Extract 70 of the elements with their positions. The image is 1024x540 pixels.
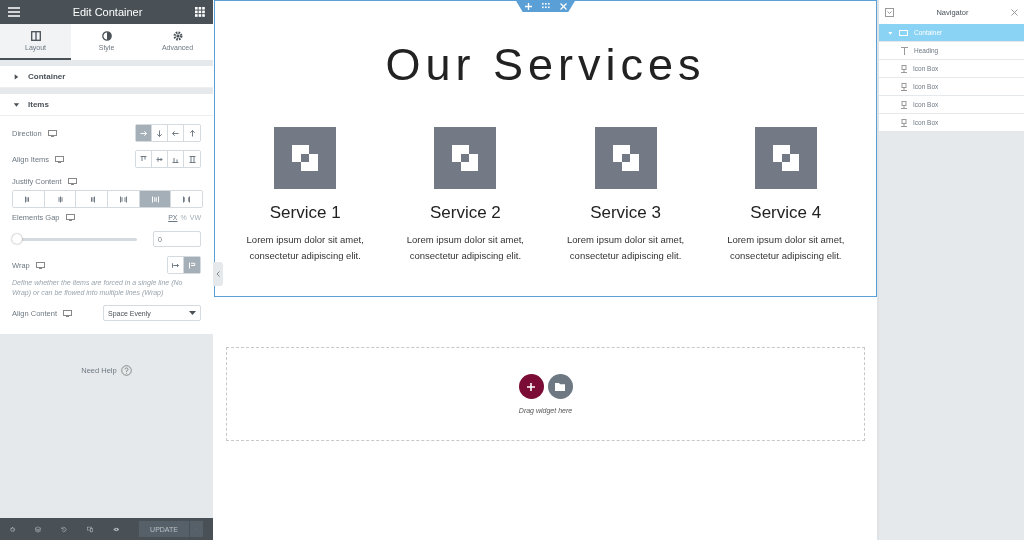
align-option[interactable]: [136, 151, 152, 167]
icon-box-icon: [901, 100, 907, 109]
icon-box-icon: [901, 82, 907, 91]
icon-box-icon: [901, 64, 907, 73]
question-icon: [120, 365, 132, 376]
columns-icon: [30, 31, 41, 41]
container-icon: [899, 29, 908, 36]
justify-option[interactable]: [13, 191, 45, 207]
heading-icon: [901, 46, 908, 55]
responsive-icon[interactable]: [86, 524, 93, 534]
slider-thumb[interactable]: [12, 233, 22, 244]
section-toggle[interactable]: Container: [0, 66, 213, 88]
grid-icon[interactable]: [195, 7, 205, 17]
layers-icon[interactable]: [35, 524, 42, 534]
arrow-icon: [171, 128, 180, 138]
drag-handle-icon[interactable]: [541, 3, 550, 9]
eye-icon[interactable]: [112, 525, 119, 533]
wrap-option[interactable]: [168, 257, 184, 273]
squares-icon: [594, 127, 657, 189]
desktop-icon: [67, 177, 77, 185]
plus-icon: [527, 382, 535, 391]
wrap-icon: [187, 260, 197, 270]
justify-option[interactable]: [139, 191, 172, 207]
service-text: Lorem ipsum dolor sit amet, consectetur adipiscing elit.: [405, 233, 525, 263]
squares-icon: [434, 127, 497, 189]
desktop-icon: [35, 261, 45, 269]
arrow-icon: [139, 128, 148, 138]
page-heading: Our Services: [385, 39, 706, 91]
close-icon[interactable]: [1011, 8, 1018, 16]
service-text: Lorem ipsum dolor sit amet, consectetur adipiscing elit.: [726, 233, 846, 263]
service-text: Lorem ipsum dolor sit amet, consectetur adipiscing elit.: [565, 233, 686, 263]
desktop-icon: [63, 309, 73, 317]
direction-option[interactable]: [136, 125, 152, 141]
panel-title: Edit Container: [72, 6, 143, 18]
contrast-icon: [101, 31, 112, 41]
align-icon: [139, 154, 148, 164]
gear-icon: [172, 31, 183, 41]
justify-icon: [150, 194, 160, 204]
folder-icon: [555, 382, 565, 391]
desktop-icon: [55, 155, 65, 163]
menu-icon[interactable]: [8, 7, 20, 17]
history-icon[interactable]: [61, 524, 67, 534]
service-title: Service 4: [750, 203, 822, 223]
wrap-icon: [171, 260, 180, 270]
arrow-icon: [187, 128, 197, 138]
desktop-icon: [65, 213, 75, 221]
service-text: Lorem ipsum dolor sit amet, consectetur adipiscing elit.: [245, 233, 365, 263]
template-button[interactable]: [547, 374, 573, 399]
squares-icon: [754, 127, 817, 189]
justify-icon: [55, 194, 65, 204]
icon-box-icon: [901, 118, 907, 127]
chevron-icon: [216, 271, 220, 277]
squares-icon: [274, 127, 337, 189]
add-icon[interactable]: [524, 2, 532, 10]
desktop-icon: [47, 129, 57, 137]
service-title: Service 1: [269, 203, 341, 223]
align-icon: [187, 154, 197, 164]
justify-icon: [182, 194, 192, 204]
selected-container[interactable]: [214, 0, 877, 297]
service-title: Service 3: [590, 203, 661, 223]
justify-icon: [118, 194, 128, 204]
collapse-handle[interactable]: [213, 262, 223, 286]
service-title: Service 2: [429, 203, 501, 223]
section-toggle[interactable]: Items: [0, 94, 213, 116]
add-section-button[interactable]: [518, 374, 544, 399]
wrap-option[interactable]: [184, 257, 200, 273]
settings-icon[interactable]: [10, 524, 16, 534]
collapse-all-icon[interactable]: [885, 7, 894, 17]
align-icon: [155, 154, 164, 164]
arrow-icon: [155, 128, 164, 138]
